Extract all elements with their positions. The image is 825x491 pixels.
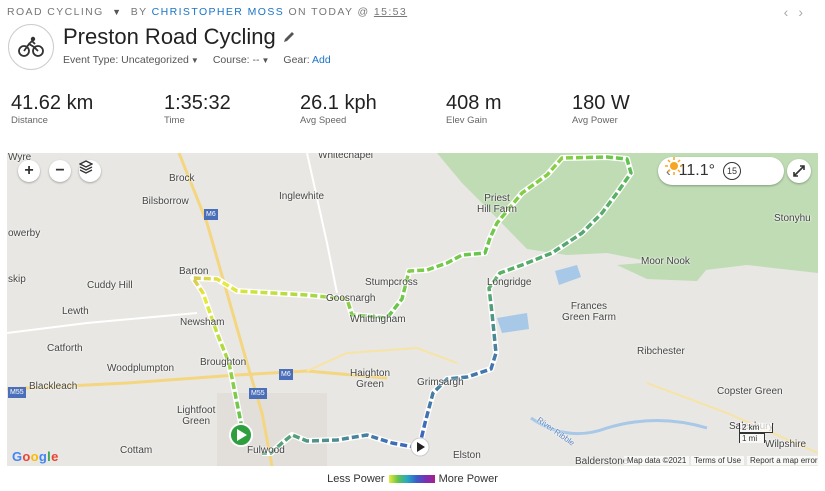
zoom-in-button[interactable]: +	[18, 160, 40, 182]
stat-value: 26.1 kph	[300, 92, 377, 114]
water-body	[497, 313, 529, 333]
place-label: Whittingham	[350, 314, 406, 325]
fullscreen-button[interactable]	[787, 159, 811, 183]
activity-meta: Event Type: Uncategorized ▼ Course: -- ▼ G…	[63, 54, 331, 66]
add-gear-link[interactable]: Add	[312, 54, 331, 66]
caret-down-icon: ▼	[190, 56, 199, 65]
place-label: Lewth	[62, 306, 89, 317]
stat-distance: 41.62 km Distance	[11, 92, 93, 126]
pencil-icon[interactable]	[282, 30, 296, 44]
legend-more-label: More Power	[438, 473, 498, 485]
stat-value: 408 m	[446, 92, 502, 114]
stat-value: 1:35:32	[164, 92, 231, 114]
place-label: Balderstone	[575, 456, 629, 466]
road-shield-m6: M6	[204, 209, 218, 220]
stat-time: 1:35:32 Time	[164, 92, 231, 126]
route-map[interactable]: Whitechapel Wyre Brock Bilsborrow Inglew…	[7, 153, 818, 466]
place-label: Broughton	[200, 357, 247, 368]
zoom-out-button[interactable]: −	[49, 160, 71, 182]
place-label: Bilsborrow	[142, 196, 189, 207]
place-label: Woodplumpton	[107, 363, 175, 374]
road-shield-m55: M55	[249, 388, 267, 399]
timestamp: 15:53	[373, 6, 408, 18]
caret-down-icon: ▼	[261, 56, 270, 65]
place-label: Whitechapel	[318, 153, 374, 161]
road-shield-m6: M6	[279, 369, 293, 380]
activity-title[interactable]: Preston Road Cycling	[63, 24, 276, 50]
scale-bar[interactable]: 2 km 1 mi	[739, 423, 773, 443]
place-label: Stumpcross	[365, 277, 418, 288]
place-label: Moor Nook	[641, 256, 690, 267]
place-label: Haighton Green	[350, 368, 391, 390]
title-row: Preston Road Cycling	[63, 24, 296, 50]
activity-type-avatar	[8, 24, 54, 70]
place-label: Copster Green	[717, 386, 783, 397]
bicycle-icon	[18, 36, 44, 57]
stat-elev-gain: 408 m Elev Gain	[446, 92, 502, 126]
power-gradient-bar	[388, 475, 435, 484]
place-label: Barton	[179, 266, 209, 277]
road	[306, 153, 338, 294]
event-type-dropdown[interactable]: Event Type: Uncategorized ▼	[63, 54, 199, 66]
place-label: Cottam	[120, 445, 153, 456]
place-label: Blackleach	[29, 381, 78, 392]
place-label: Catforth	[47, 343, 83, 354]
place-label: Fulwood	[247, 445, 285, 456]
expand-icon	[793, 165, 805, 177]
place-label: Inglewhite	[279, 191, 325, 202]
water-body	[555, 265, 581, 285]
legend-less-label: Less Power	[327, 473, 385, 485]
place-label: Longridge	[487, 277, 532, 288]
scale-km: 2 km	[739, 423, 773, 433]
gear-field: Gear: Add	[283, 54, 331, 66]
place-label: Grimsargh	[417, 377, 464, 388]
place-label: Priest Hill Farm	[477, 193, 517, 215]
report-map-error-link[interactable]: Report a map error	[747, 456, 818, 465]
place-label: owerby	[8, 228, 41, 239]
by-text: BY	[130, 6, 148, 18]
next-activity-icon[interactable]: ›	[798, 4, 813, 20]
activity-nav: ‹›	[784, 4, 813, 20]
terms-link[interactable]: Terms of Use	[691, 456, 745, 465]
place-label: Brock	[169, 173, 195, 184]
layers-button[interactable]	[79, 160, 101, 182]
scale-mi: 1 mi	[739, 433, 765, 443]
place-label: Stonyhu	[774, 213, 811, 224]
on-text: ON TODAY @	[288, 6, 370, 18]
road	[7, 312, 198, 334]
google-logo: Google	[12, 449, 59, 464]
map-canvas	[7, 153, 818, 466]
caret-down-icon[interactable]: ▼	[112, 7, 122, 17]
activity-type-link[interactable]: ROAD CYCLING	[7, 6, 104, 18]
stat-label: Distance	[11, 115, 48, 126]
place-label: Lightfoot Green	[177, 405, 216, 427]
prev-activity-icon[interactable]: ‹	[784, 4, 799, 20]
stat-label: Avg Speed	[300, 115, 347, 126]
stat-value: 41.62 km	[11, 92, 94, 114]
stat-label: Avg Power	[572, 115, 618, 126]
course-dropdown[interactable]: Course: -- ▼	[213, 54, 270, 66]
stat-avg-power: 180 W Avg Power	[572, 92, 630, 126]
stat-label: Elev Gain	[446, 115, 488, 126]
road-shield-m55: M55	[8, 387, 26, 398]
place-label: Newsham	[180, 317, 225, 328]
weather-temperature: 11.1°	[678, 162, 716, 179]
place-label: Goosnargh	[326, 293, 376, 304]
place-label: skip	[8, 274, 26, 285]
stat-avg-speed: 26.1 kph Avg Speed	[300, 92, 377, 126]
sun-icon	[665, 157, 683, 175]
place-label: Ribchester	[637, 346, 685, 357]
layers-icon	[79, 160, 93, 174]
stat-value: 180 W	[572, 92, 630, 114]
breadcrumb: ROAD CYCLING ▼ BY CHRISTOPHER MOSS ON TO…	[7, 6, 407, 18]
place-label: Frances Green Farm	[562, 301, 616, 323]
map-data-attribution: Map data ©2021	[624, 456, 690, 465]
place-label: Cuddy Hill	[87, 280, 133, 291]
weather-widget[interactable]: ‹ 11.1° 15	[658, 157, 784, 185]
place-label: Elston	[453, 450, 481, 461]
author-link[interactable]: CHRISTOPHER MOSS	[152, 6, 284, 18]
power-legend: Less Power More Power	[0, 473, 825, 485]
wind-icon: 15	[723, 162, 742, 180]
stat-label: Time	[164, 115, 185, 126]
